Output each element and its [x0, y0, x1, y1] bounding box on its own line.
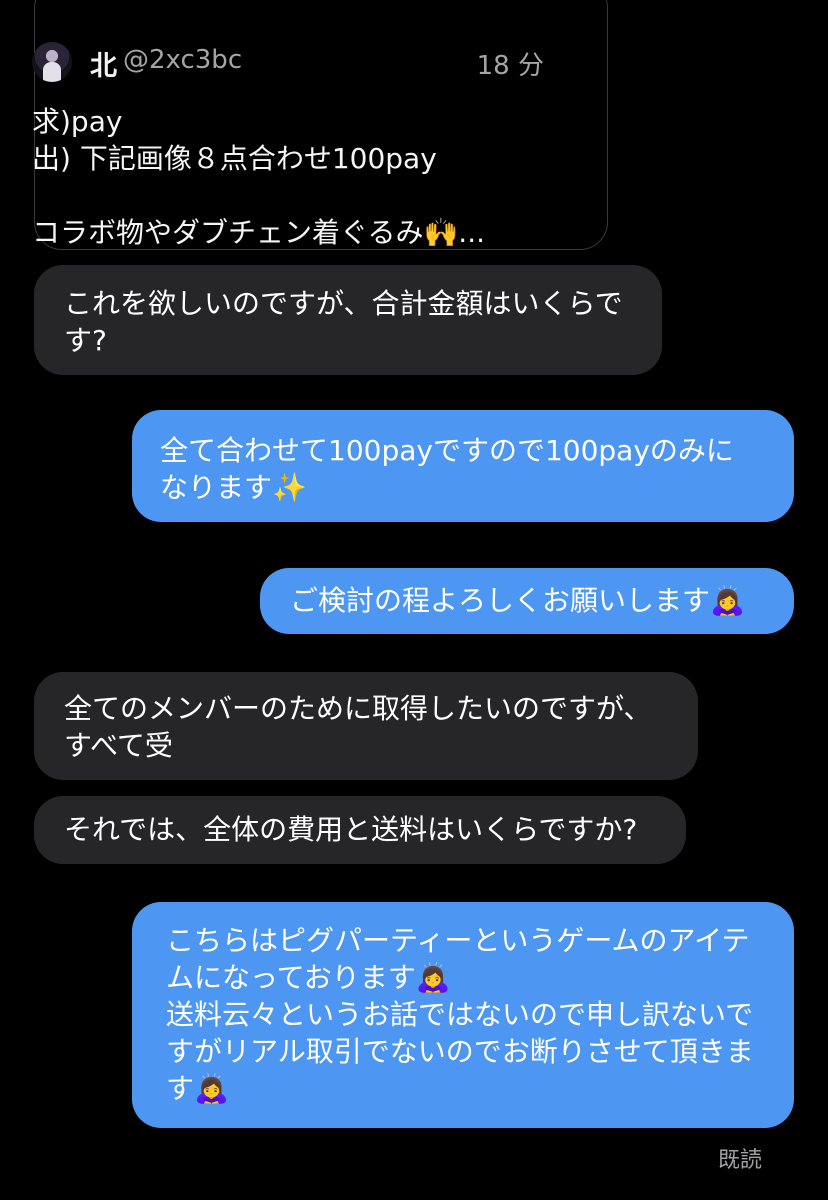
- post-time: 18 分: [476, 51, 544, 81]
- quoted-post-text: 求)pay 出) 下記画像８点合わせ100pay コラボ物やダブチェン着ぐるみ🙌…: [32, 103, 552, 251]
- read-status: 既読: [718, 1148, 763, 1173]
- incoming-message-bubble[interactable]: これを欲しいのですが、合計金額はいくらで す?: [34, 265, 662, 375]
- quoted-post-line: コラボ物やダブチェン着ぐるみ🙌...: [32, 216, 486, 249]
- author-name[interactable]: 北: [90, 44, 117, 83]
- message-text-line: なります✨: [160, 471, 307, 504]
- quoted-post-line: 求)pay: [32, 105, 123, 138]
- message-text-line: 送料云々というお話ではないので申し訳ないで: [166, 998, 754, 1031]
- message-text-line: すべて受: [64, 729, 173, 762]
- incoming-message-bubble[interactable]: 全てのメンバーのために取得したいのですが、 すべて受: [34, 672, 698, 780]
- quoted-post-line: 出) 下記画像８点合わせ100pay: [32, 142, 437, 175]
- message-text-line: すがリアル取引でないのでお断りさせて頂きま: [166, 1035, 754, 1068]
- incoming-message-bubble[interactable]: それでは、全体の費用と送料はいくらですか?: [34, 796, 686, 864]
- message-text-line: ご検討の程よろしくお願いします🙇‍♀️: [290, 584, 745, 617]
- message-text-line: それでは、全体の費用と送料はいくらですか?: [64, 813, 638, 846]
- message-text-line: 全てのメンバーのために取得したいのですが、: [64, 692, 652, 725]
- message-text-line: 全て合わせて100payですので100payのみに: [160, 434, 734, 467]
- author-handle[interactable]: @2xc3bc: [123, 45, 242, 75]
- message-text-line: これを欲しいのですが、合計金額はいくらで: [64, 287, 623, 320]
- outgoing-message-bubble[interactable]: 全て合わせて100payですので100payのみに なります✨: [132, 410, 794, 522]
- user-avatar-icon[interactable]: [32, 42, 72, 82]
- outgoing-message-bubble[interactable]: こちらはピグパーティーというゲームのアイテ ムになっております🙇‍♀️ 送料云々…: [132, 902, 794, 1128]
- message-text-line: す?: [64, 324, 107, 357]
- quoted-post-header: 北 @2xc3bc 18 分: [32, 42, 544, 86]
- quoted-post-line: [32, 177, 552, 214]
- outgoing-message-bubble[interactable]: ご検討の程よろしくお願いします🙇‍♀️: [260, 568, 794, 634]
- message-text-line: す🙇‍♀️: [166, 1072, 229, 1105]
- message-text-line: こちらはピグパーティーというゲームのアイテ: [166, 924, 750, 957]
- message-text-line: ムになっております🙇‍♀️: [166, 961, 451, 994]
